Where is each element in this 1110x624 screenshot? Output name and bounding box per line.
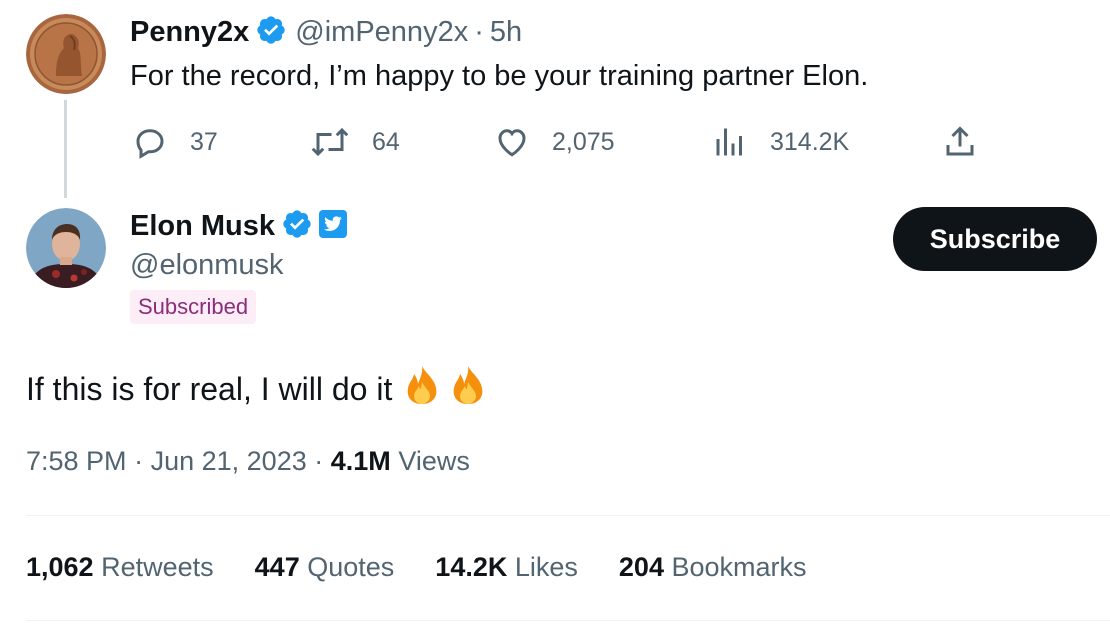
views-total: 4.1M: [330, 446, 391, 476]
fire-emoji-icon: [448, 364, 488, 414]
share-icon: [946, 126, 974, 156]
reply-action[interactable]: 37: [132, 124, 218, 160]
divider-bottom: [26, 620, 1110, 621]
likes-stat[interactable]: 14.2K Likes: [435, 552, 578, 583]
like-icon: [498, 129, 526, 157]
reply-age[interactable]: 5h: [490, 16, 522, 49]
verified-badge-icon: [281, 208, 313, 245]
retweet-count: 64: [372, 127, 400, 156]
reply-display-name[interactable]: Penny2x: [130, 16, 249, 49]
quotes-stat[interactable]: 447 Quotes: [255, 552, 395, 583]
bookmarks-stat[interactable]: 204 Bookmarks: [619, 552, 807, 583]
reply-count: 37: [190, 127, 218, 156]
tweet-date[interactable]: Jun 21, 2023: [151, 446, 307, 476]
reply-handle[interactable]: @imPenny2x: [295, 16, 468, 49]
retweets-stat[interactable]: 1,062 Retweets: [26, 552, 214, 583]
share-action[interactable]: [942, 124, 1000, 160]
divider-top: [26, 515, 1110, 516]
twitter-affiliate-icon[interactable]: [317, 208, 349, 245]
views-label: Views: [398, 446, 470, 476]
retweet-icon: [311, 127, 349, 157]
reply-icon: [136, 129, 164, 159]
views-count: 314.2K: [770, 127, 850, 156]
tweet-meta: 7:58 PM · Jun 21, 2023 · 4.1M Views: [26, 446, 470, 477]
separator-dot: ·: [474, 16, 484, 48]
views-action[interactable]: 314.2K: [712, 124, 849, 160]
views-icon: [716, 128, 742, 156]
main-header: Elon Musk: [130, 208, 349, 245]
penny-avatar[interactable]: [26, 14, 106, 94]
subscribed-badge: Subscribed: [130, 290, 257, 324]
like-count: 2,075: [552, 127, 615, 156]
like-action[interactable]: 2,075: [494, 124, 615, 160]
elon-avatar[interactable]: [26, 208, 106, 288]
meta-separator: ·: [134, 446, 144, 476]
main-display-name[interactable]: Elon Musk: [130, 210, 275, 243]
reply-text: For the record, I’m happy to be your tra…: [130, 60, 869, 92]
main-tweet-text: If this is for real, I will do it: [26, 364, 488, 414]
retweet-action[interactable]: 64: [310, 124, 400, 160]
tweet-time[interactable]: 7:58 PM: [26, 446, 127, 476]
main-handle[interactable]: @elonmusk: [130, 249, 284, 282]
fire-emoji-icon: [402, 364, 442, 414]
thread-connector-line: [64, 100, 67, 198]
meta-separator: ·: [314, 446, 324, 476]
reply-header: Penny2x @imPenny2x · 5h: [130, 14, 522, 51]
engagement-stats: 1,062 Retweets 447 Quotes 14.2K Likes 20…: [26, 552, 848, 583]
main-tweet-body: If this is for real, I will do it: [26, 370, 393, 407]
subscribe-button[interactable]: Subscribe: [893, 207, 1097, 271]
verified-badge-icon: [255, 14, 287, 51]
